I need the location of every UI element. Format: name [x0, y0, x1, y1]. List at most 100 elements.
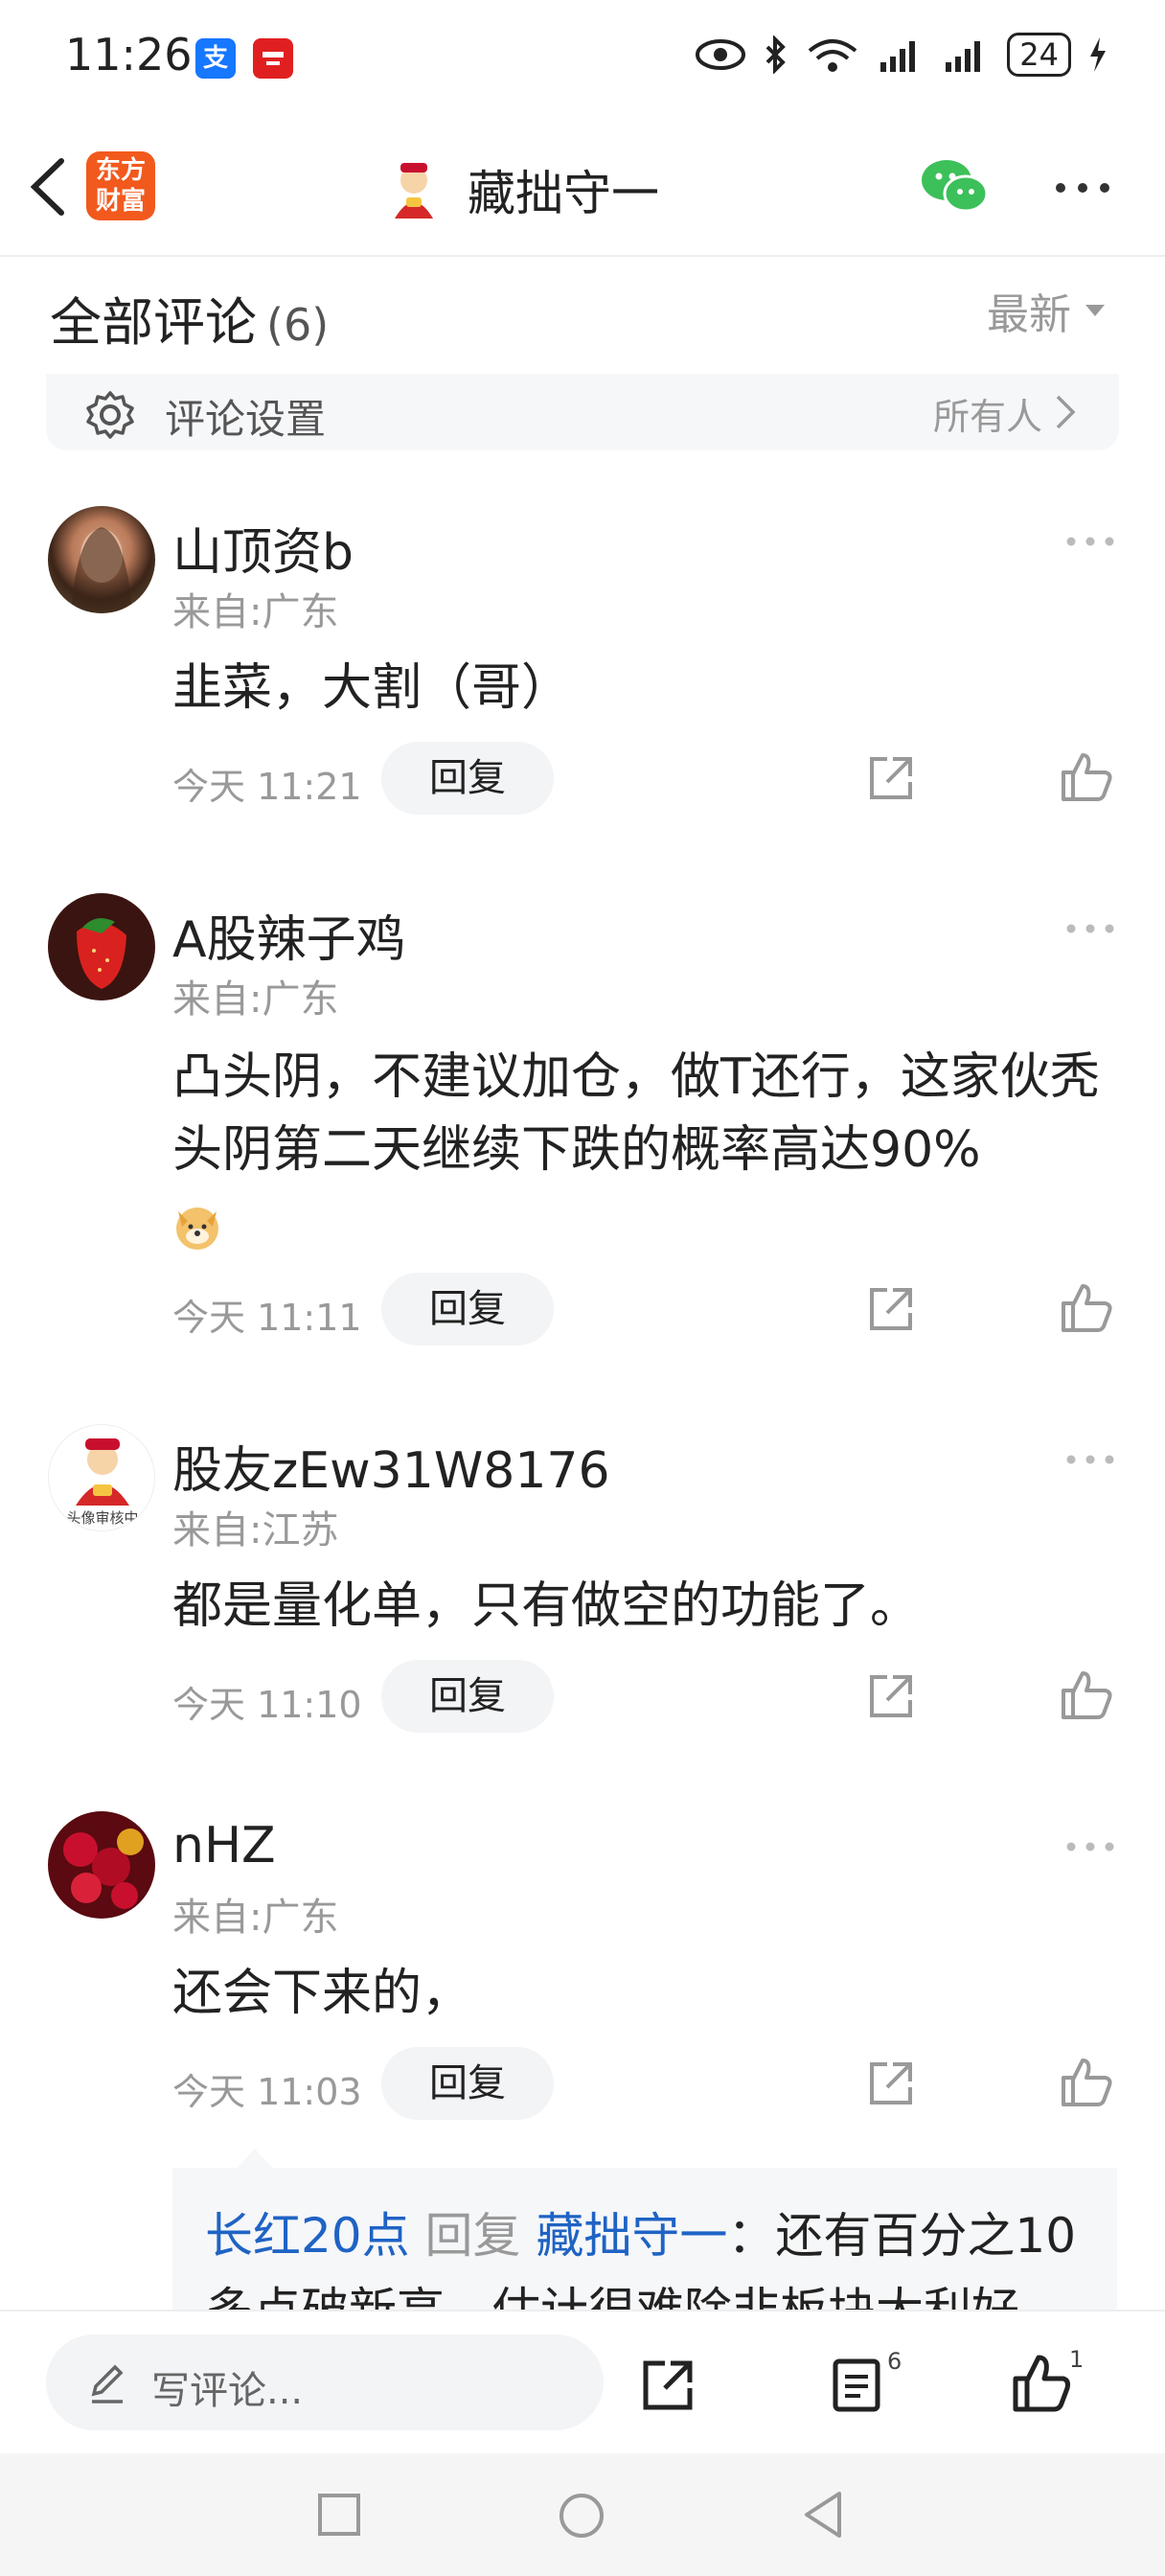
signal-icon-2: [946, 41, 981, 72]
comment-location: 来自:广东: [172, 1896, 339, 1940]
share-button[interactable]: [862, 1280, 920, 1338]
system-navigation-bar: [0, 2453, 1165, 2576]
sub-reply-text: 长红20点 回复 藏拙守一：还有百分之10多点破新高，估计很难除非板块大利好: [205, 2198, 1106, 2312]
wechat-share-button[interactable]: [920, 155, 989, 217]
share-icon: [870, 1288, 912, 1330]
home-icon[interactable]: [558, 2492, 605, 2540]
comment-count: (6): [266, 299, 330, 351]
share-button[interactable]: [862, 1668, 920, 1725]
settings-label: 评论设置: [165, 396, 327, 443]
battery-level: 24: [1019, 36, 1059, 73]
like-button[interactable]: [1058, 1278, 1115, 1336]
alipay-icon: 支: [195, 38, 236, 79]
recent-apps-icon[interactable]: [316, 2492, 362, 2538]
share-icon: [870, 2062, 912, 2104]
caret-down-icon: [1085, 305, 1105, 316]
like-button[interactable]: 1: [1010, 2346, 1084, 2415]
charging-icon: [1090, 37, 1106, 72]
more-options-button[interactable]: [1054, 180, 1111, 198]
comment-settings-bar[interactable]: 评论设置 所有人: [46, 374, 1119, 450]
title-group: 藏拙守一: [383, 153, 659, 226]
reply-button[interactable]: 回复: [381, 2047, 554, 2120]
comment-content: 还会下来的，: [172, 1965, 472, 2022]
share-icon: [870, 757, 912, 799]
write-comment-placeholder: 写评论...: [151, 2369, 304, 2413]
page-title: 藏拙守一: [468, 166, 659, 221]
reply-button[interactable]: 回复: [381, 1660, 554, 1733]
comment-username[interactable]: 山顶资b: [172, 512, 354, 584]
chevron-right-icon: [1056, 395, 1076, 429]
logo-line-1: 东方: [95, 156, 146, 185]
comment-count-badge: 6: [887, 2348, 902, 2375]
share-button[interactable]: [862, 749, 920, 807]
more-icon: [1066, 1842, 1114, 1852]
more-icon: [1066, 1455, 1114, 1464]
share-icon: [870, 1675, 912, 1717]
sort-label: 最新: [987, 290, 1071, 339]
sub-reply-box[interactable]: 长红20点 回复 藏拙守一：还有百分之10多点破新高，估计很难除非板块大利好: [172, 2168, 1117, 2312]
comment-location: 来自:广东: [172, 590, 339, 634]
avatar-caption: 头像审核中: [66, 1509, 139, 1527]
back-arrow-icon: [30, 158, 64, 216]
reply-pointer: [236, 2149, 274, 2170]
comment-username[interactable]: nHZ: [172, 1817, 276, 1874]
comment-username[interactable]: 股友zEw31W8176: [172, 1430, 610, 1502]
more-icon: [1056, 183, 1109, 193]
comment-content: 韭菜，大割（哥）: [172, 659, 572, 717]
thumbs-up-icon: [1062, 753, 1112, 801]
wifi-icon: [809, 39, 857, 72]
signal-icon: [880, 41, 916, 72]
status-icons: 24: [695, 33, 1108, 77]
thumbs-up-icon: [1062, 2058, 1112, 2106]
comment-list-icon: [833, 2358, 880, 2412]
sub-reply-author[interactable]: 长红20点: [205, 2208, 410, 2264]
thumbs-up-icon: [1013, 2355, 1070, 2412]
comment-more-button[interactable]: [1065, 920, 1115, 938]
comment-more-button[interactable]: [1065, 1451, 1115, 1469]
back-nav-icon[interactable]: [801, 2490, 845, 2540]
wechat-icon: [922, 160, 989, 213]
comment-content: 凸头阴，不建议加仓，做T还行，这家伙秃头阴第二天继续下跌的概率高达90%: [172, 1048, 1100, 1179]
comment-time: 今天 11:11: [172, 1297, 362, 1339]
avatar[interactable]: 头像审核中: [48, 1424, 155, 1531]
like-button[interactable]: [1058, 1666, 1115, 1723]
top-header: 东方 财富 藏拙守一: [0, 125, 1165, 257]
comments-button[interactable]: 6: [830, 2348, 902, 2415]
like-button[interactable]: [1058, 748, 1115, 805]
share-icon: [643, 2360, 693, 2410]
like-button[interactable]: [1058, 2053, 1115, 2110]
sub-reply-word: 回复: [424, 2208, 521, 2264]
avatar[interactable]: [48, 506, 155, 613]
comment-content: 都是量化单，只有做空的功能了。: [172, 1577, 921, 1635]
eastmoney-logo[interactable]: 东方 财富: [86, 151, 155, 220]
comment-more-button[interactable]: [1065, 1838, 1115, 1856]
more-icon: [1066, 537, 1114, 546]
gear-icon: [86, 391, 134, 439]
comment-location: 来自:广东: [172, 978, 339, 1022]
back-button[interactable]: [23, 153, 80, 220]
comment-time: 今天 11:03: [172, 2071, 362, 2113]
comment-time: 今天 11:21: [172, 766, 362, 808]
avatar[interactable]: [48, 1811, 155, 1919]
write-comment-input[interactable]: 写评论...: [46, 2334, 604, 2430]
comment-more-button[interactable]: [1065, 533, 1115, 551]
share-button[interactable]: [862, 2055, 920, 2112]
share-button[interactable]: [638, 2354, 699, 2415]
more-icon: [1066, 924, 1114, 933]
reply-button[interactable]: 回复: [381, 1273, 554, 1346]
battery-indicator: 24: [1007, 33, 1071, 77]
thumbs-up-icon: [1062, 1671, 1112, 1719]
sub-reply-target[interactable]: 藏拙守一: [536, 2208, 727, 2264]
sort-dropdown[interactable]: 最新: [987, 280, 1106, 341]
app-notification-icon: [253, 38, 293, 79]
reply-button[interactable]: 回复: [381, 742, 554, 815]
all-comments-heading: 全部评论 (6): [50, 280, 329, 356]
god-of-wealth-avatar-icon: [395, 163, 433, 218]
comment-username[interactable]: A股辣子鸡: [172, 899, 406, 971]
comment-location: 来自:江苏: [172, 1508, 339, 1552]
status-time: 11:26: [65, 29, 193, 80]
logo-line-2: 财富: [95, 187, 146, 216]
emoji-dog-icon: [172, 1202, 222, 1252]
avatar[interactable]: [48, 893, 155, 1000]
bottom-action-bar: 写评论... 6 1: [0, 2310, 1165, 2455]
